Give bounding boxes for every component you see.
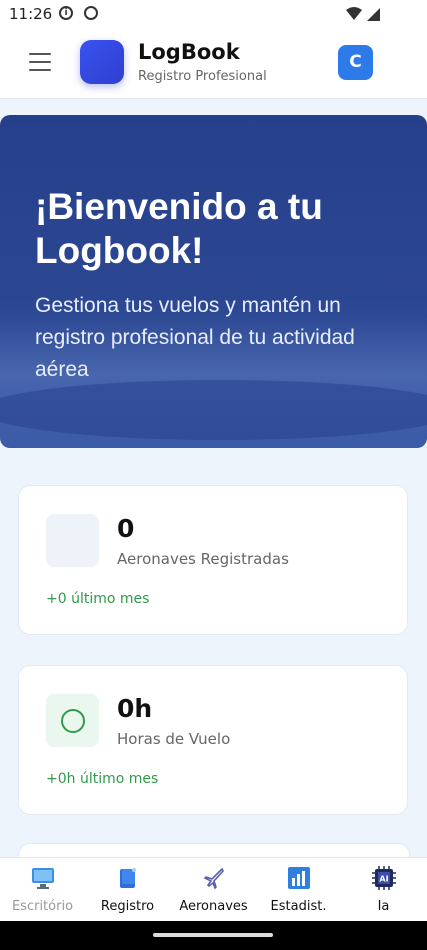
nav-item-registro[interactable]: Registro xyxy=(85,866,170,914)
bottom-navigation: Escritório Registro Aeronaves Estadist. … xyxy=(0,857,427,922)
nav-label: Aeronaves xyxy=(179,899,248,914)
banner-mountain-shape xyxy=(0,380,427,440)
app-notification-icon xyxy=(84,6,98,20)
stat-label: Aeronaves Registradas xyxy=(117,550,289,568)
stat-card-aircraft[interactable]: 0 Aeronaves Registradas +0 último mes xyxy=(18,485,408,635)
nav-item-ia[interactable]: AI Ia xyxy=(341,866,426,914)
welcome-subtitle: Gestiona tus vuelos y mantén un registro… xyxy=(35,294,355,381)
clock-icon xyxy=(46,694,99,747)
nav-item-aeronaves[interactable]: Aeronaves xyxy=(171,866,256,914)
nav-label: Escritório xyxy=(11,899,74,914)
app-subtitle: Registro Profesional xyxy=(138,69,267,84)
logbook-icon xyxy=(119,868,136,888)
stat-label: Horas de Vuelo xyxy=(117,730,231,748)
stat-card-flight-hours[interactable]: 0h Horas de Vuelo +0h último mes xyxy=(18,665,408,815)
nav-label: Estadist. xyxy=(270,899,327,914)
stat-delta: +0 último mes xyxy=(46,591,150,607)
home-indicator[interactable] xyxy=(153,933,273,937)
stat-delta: +0h último mes xyxy=(46,771,159,787)
signal-wifi-icon xyxy=(346,7,380,21)
app-logo xyxy=(80,40,124,84)
stat-value: 0 xyxy=(117,514,135,543)
status-time: 11:26 xyxy=(9,5,53,23)
desktop-icon xyxy=(31,868,54,889)
airplane-icon xyxy=(203,867,224,890)
svg-text:AI: AI xyxy=(379,875,388,884)
welcome-banner: ¡Bienvenido a tu Logbook! Gestiona tus v… xyxy=(0,115,427,448)
nav-item-estadisticas[interactable]: Estadist. xyxy=(256,866,341,914)
aircraft-stat-icon xyxy=(46,514,99,567)
welcome-title: ¡Bienvenido a tu Logbook! xyxy=(35,186,323,271)
user-avatar-button[interactable]: C xyxy=(338,45,373,80)
app-bar: LogBook Registro Profesional C xyxy=(0,28,427,99)
system-navigation-bar xyxy=(0,921,427,950)
app-title: LogBook xyxy=(138,40,240,64)
nav-label: Ia xyxy=(377,899,390,914)
nav-label: Registro xyxy=(100,899,155,914)
nav-item-escritorio[interactable]: Escritório xyxy=(0,866,85,914)
stat-value: 0h xyxy=(117,694,153,723)
status-bar: 11:26 i xyxy=(0,0,427,28)
ai-chip-icon: AI xyxy=(371,866,396,890)
menu-icon[interactable] xyxy=(29,53,51,71)
bar-chart-icon xyxy=(287,867,310,889)
info-icon: i xyxy=(59,6,73,20)
